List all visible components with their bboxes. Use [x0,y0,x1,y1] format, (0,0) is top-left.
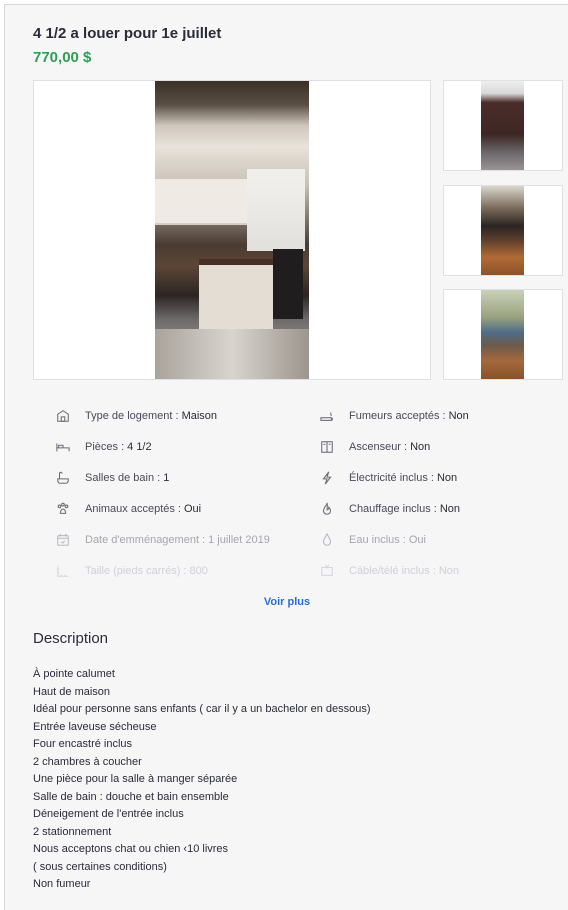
ruler-icon [55,563,71,579]
description-heading: Description [33,630,109,647]
room-photo [481,290,524,379]
description-line: 2 stationnement [33,825,112,838]
description-line: Four encastré inclus [33,738,133,750]
feature-elevator: Ascenseur : Non [319,438,430,456]
feature-size: Taille (pieds carrés) :800 [55,562,208,580]
listing-card: 4 1/2 a louer pour 1e juillet 770,00 $ T… [4,4,568,910]
description-line: ( sous certaines conditions) [33,860,167,873]
lightning-icon [319,470,335,486]
flame-icon [319,501,335,517]
tv-icon [319,563,335,579]
description-text: À pointe calumet Haut de maison Idéal po… [33,666,371,894]
kitchen-photo [155,81,309,379]
feature-housing-type: Type de logement : Maison [55,407,217,425]
description-line: Entrée laveuse sécheuse [33,720,157,733]
listing-title: 4 1/2 a louer pour 1e juillet [33,25,222,42]
bath-icon [55,470,71,486]
feature-bathrooms: Salles de bain :1 [55,469,169,487]
living-room-photo [481,186,524,275]
see-more-link[interactable]: Voir plus [5,596,568,608]
thumbnail-2[interactable] [443,185,563,276]
cigarette-icon [319,408,335,424]
description-line: Déneigement de l'entrée inclus [33,808,184,820]
description-line: Une pièce pour la salle à manger séparée [33,773,238,785]
description-line: Non fumeur [33,878,91,890]
feature-water: Eau inclus : Oui [319,531,426,549]
bedroom-photo [481,81,524,170]
feature-pets: Animaux acceptés : Oui [55,500,201,518]
description-line: Haut de maison [33,685,111,698]
description-line: À pointe calumet [33,668,115,680]
description-line: Nous acceptons chat ou chien ‹10 livres [33,843,229,855]
description-line: Salle de bain : douche et bain ensemble [33,790,229,803]
description-line: Idéal pour personne sans enfants ( car i… [33,703,371,715]
feature-move-in-date: Date d'emménagement :1 juillet 2019 [55,531,270,549]
listing-price: 770,00 $ [33,49,92,66]
feature-rooms: Pièces :4 1/2 [55,438,152,456]
house-icon [55,408,71,424]
thumbnail-3[interactable] [443,289,563,380]
calendar-icon [55,532,71,548]
drop-icon [319,532,335,548]
paw-icon [55,501,71,517]
main-photo[interactable] [33,80,431,380]
bed-icon [55,439,71,455]
feature-electricity: Électricité inclus : Non [319,469,457,487]
elevator-icon [319,439,335,455]
feature-smokers: Fumeurs acceptés : Non [319,407,469,425]
description-line: 2 chambres à coucher [33,755,142,768]
feature-cable-tv: Câble/télé inclus : Non [319,562,459,580]
feature-heating: Chauffage inclus : Non [319,500,460,518]
thumbnail-1[interactable] [443,80,563,171]
